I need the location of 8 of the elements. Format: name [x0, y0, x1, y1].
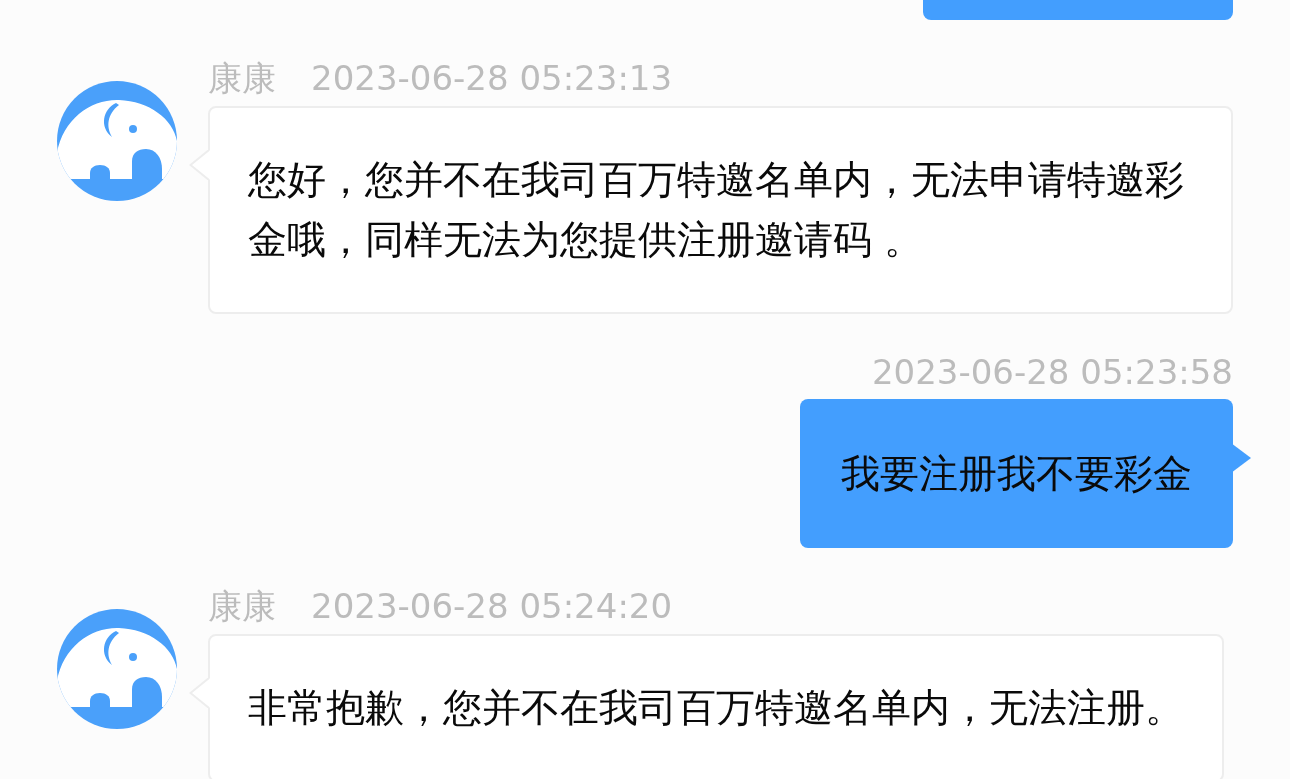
message-text: 我要注册我不要彩金 [841, 451, 1192, 496]
sender-name: 康康 [208, 58, 276, 98]
message-time: 2023-06-28 05:23:58 [871, 352, 1233, 392]
message-text: 您好，您并不在我司百万特邀名单内，无法申请特邀彩金哦，同样无法为您提供注册邀请码 。 [248, 157, 1184, 262]
message-time: 2023-06-28 05:23:13 [311, 58, 673, 98]
message-time: 2023-06-28 05:24:20 [311, 586, 673, 626]
message-text: 非常抱歉，您并不在我司百万特邀名单内，无法注册。 [248, 685, 1184, 730]
sender-name: 康康 [208, 586, 276, 626]
